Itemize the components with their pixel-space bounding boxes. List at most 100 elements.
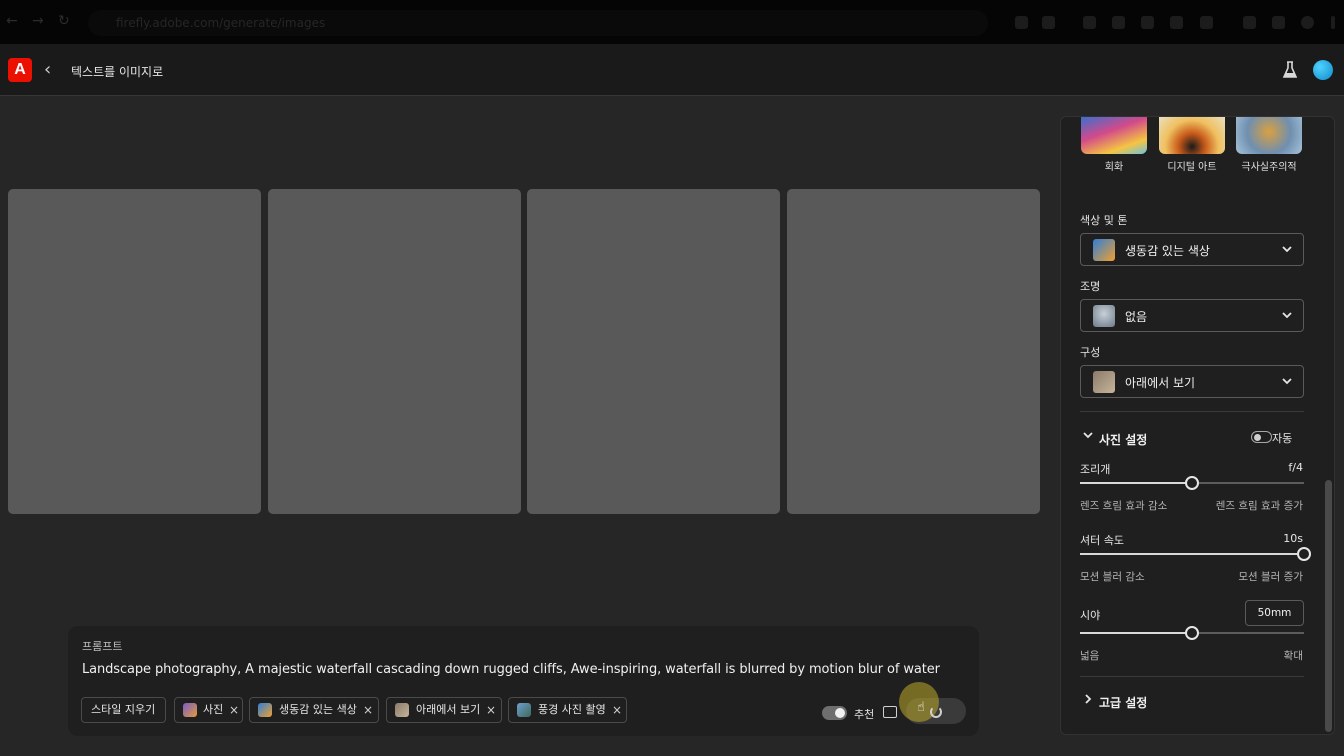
translate-icon[interactable] [1015, 16, 1028, 29]
lighting-label: 조명 [1080, 280, 1101, 293]
divider [1080, 411, 1304, 412]
browser-forward-icon[interactable]: → [32, 13, 44, 29]
style-thumbnail-painting[interactable] [1081, 117, 1147, 154]
panel-scrollbar-thumb[interactable] [1325, 480, 1332, 732]
prompt-label: 프롬프트 [82, 640, 123, 653]
chip-label: 풍경 사진 촬영 [538, 703, 606, 716]
browser-reload-icon[interactable]: ↻ [58, 13, 70, 29]
lighting-dropdown[interactable]: 없음 [1080, 299, 1304, 332]
extension-icon[interactable] [1141, 16, 1154, 29]
address-bar-url: firefly.adobe.com/generate/images [116, 16, 326, 30]
chip-label: 사진 [203, 703, 224, 716]
settings-panel: 회화 디지털 아트 극사실주의적 색상 및 톤 생동감 있는 색상 조명 없음 … [1060, 116, 1335, 735]
field-of-view-hint-min: 넓음 [1080, 650, 1100, 662]
composition-thumbnail [1093, 371, 1115, 393]
beaker-icon[interactable] [1282, 60, 1298, 80]
chevron-down-icon [1282, 378, 1292, 385]
image-placeholder[interactable] [8, 189, 261, 514]
extension-icon[interactable] [1112, 16, 1125, 29]
slider-fill [1080, 632, 1192, 634]
color-tone-label: 색상 및 톤 [1080, 214, 1128, 227]
chevron-down-icon[interactable] [1082, 429, 1094, 441]
style-chip-photo[interactable]: 사진 × [174, 697, 243, 723]
divider [1080, 676, 1304, 677]
slider-handle[interactable] [1297, 547, 1311, 561]
shutter-speed-value: 10s [1283, 532, 1303, 545]
prompt-panel: 프롬프트 Landscape photography, A majestic w… [68, 626, 979, 736]
download-icon[interactable] [1243, 16, 1256, 29]
profile-icon[interactable] [1301, 16, 1314, 29]
chip-label: 아래에서 보기 [416, 703, 481, 716]
slider-fill [1080, 553, 1304, 555]
field-of-view-slider[interactable] [1080, 626, 1304, 640]
style-label-hyperrealistic: 극사실주의적 [1241, 162, 1297, 173]
app-header: A ‹ 텍스트를 이미지로 [0, 44, 1344, 96]
image-placeholder[interactable] [527, 189, 780, 514]
side-panel-icon[interactable] [1272, 16, 1285, 29]
toggle-knob [835, 708, 845, 718]
prompt-input[interactable]: Landscape photography, A majestic waterf… [82, 662, 940, 677]
aperture-slider[interactable] [1080, 476, 1304, 490]
bookmark-star-icon[interactable] [1042, 16, 1055, 29]
browser-back-icon[interactable]: ← [6, 13, 18, 29]
low-angle-thumbnail [395, 703, 409, 717]
clear-styles-label: 스타일 지우기 [91, 703, 156, 716]
style-thumbnail-hyperrealistic[interactable] [1236, 117, 1302, 154]
extension-icon[interactable] [1083, 16, 1096, 29]
color-tone-dropdown[interactable]: 생동감 있는 색상 [1080, 233, 1304, 266]
adobe-logo[interactable]: A [8, 58, 32, 82]
composition-label: 구성 [1080, 346, 1101, 359]
field-of-view-hint-max: 확대 [1283, 650, 1303, 662]
chevron-right-icon[interactable] [1082, 693, 1094, 705]
lighting-value: 없음 [1125, 310, 1148, 324]
composition-dropdown[interactable]: 아래에서 보기 [1080, 365, 1304, 398]
aperture-label: 조리개 [1080, 463, 1111, 476]
aperture-hint-min: 렌즈 흐림 효과 감소 [1080, 500, 1168, 512]
remove-chip-icon[interactable]: × [612, 698, 622, 722]
slider-handle[interactable] [1185, 476, 1199, 490]
chevron-down-icon [1282, 312, 1292, 319]
shutter-speed-label: 셔터 속도 [1080, 534, 1124, 547]
toggle-knob [1254, 433, 1261, 441]
browser-toolbar: ← → ↻ firefly.adobe.com/generate/images [0, 0, 1344, 44]
shutter-speed-slider[interactable] [1080, 547, 1311, 561]
browser-menu-icon[interactable] [1331, 16, 1335, 29]
chevron-down-icon [1282, 246, 1292, 253]
clear-styles-button[interactable]: 스타일 지우기 [81, 697, 166, 723]
loading-spinner-icon [930, 706, 942, 718]
shutter-hint-min: 모션 블러 감소 [1080, 571, 1145, 583]
style-thumbnail-digital-art[interactable] [1159, 117, 1225, 154]
style-chip-vivid-color[interactable]: 생동감 있는 색상 × [249, 697, 379, 723]
style-chip-landscape[interactable]: 풍경 사진 촬영 × [508, 697, 627, 723]
lighting-thumbnail [1093, 305, 1115, 327]
image-placeholder[interactable] [787, 189, 1040, 514]
aperture-hint-max: 렌즈 흐림 효과 증가 [1215, 500, 1303, 512]
extension-icon[interactable] [1170, 16, 1183, 29]
recommend-label: 추천 [854, 708, 875, 721]
image-settings-icon[interactable] [883, 706, 897, 718]
hand-cursor-icon: ☝ [917, 700, 925, 715]
auto-toggle[interactable] [1251, 431, 1272, 443]
page-title: 텍스트를 이미지로 [71, 65, 164, 79]
remove-chip-icon[interactable]: × [229, 698, 239, 722]
advanced-settings-title[interactable]: 고급 설정 [1099, 694, 1147, 711]
vivid-color-thumbnail [258, 703, 272, 717]
image-placeholder[interactable] [268, 189, 521, 514]
extensions-puzzle-icon[interactable] [1200, 16, 1213, 29]
style-label-digital-art: 디지털 아트 [1167, 162, 1217, 173]
style-chip-low-angle[interactable]: 아래에서 보기 × [386, 697, 502, 723]
slider-handle[interactable] [1185, 626, 1199, 640]
avatar[interactable] [1313, 60, 1333, 80]
recommend-toggle[interactable] [822, 706, 847, 720]
color-tone-thumbnail [1093, 239, 1115, 261]
field-of-view-input[interactable]: 50mm [1245, 600, 1304, 626]
remove-chip-icon[interactable]: × [486, 698, 496, 722]
auto-label: 자동 [1272, 432, 1293, 445]
shutter-hint-max: 모션 블러 증가 [1238, 571, 1303, 583]
slider-fill [1080, 482, 1192, 484]
remove-chip-icon[interactable]: × [363, 698, 373, 722]
photo-settings-title[interactable]: 사진 설정 [1099, 431, 1147, 448]
color-tone-value: 생동감 있는 색상 [1125, 244, 1210, 258]
aperture-value: f/4 [1288, 461, 1303, 474]
back-chevron-icon[interactable]: ‹ [44, 58, 51, 82]
